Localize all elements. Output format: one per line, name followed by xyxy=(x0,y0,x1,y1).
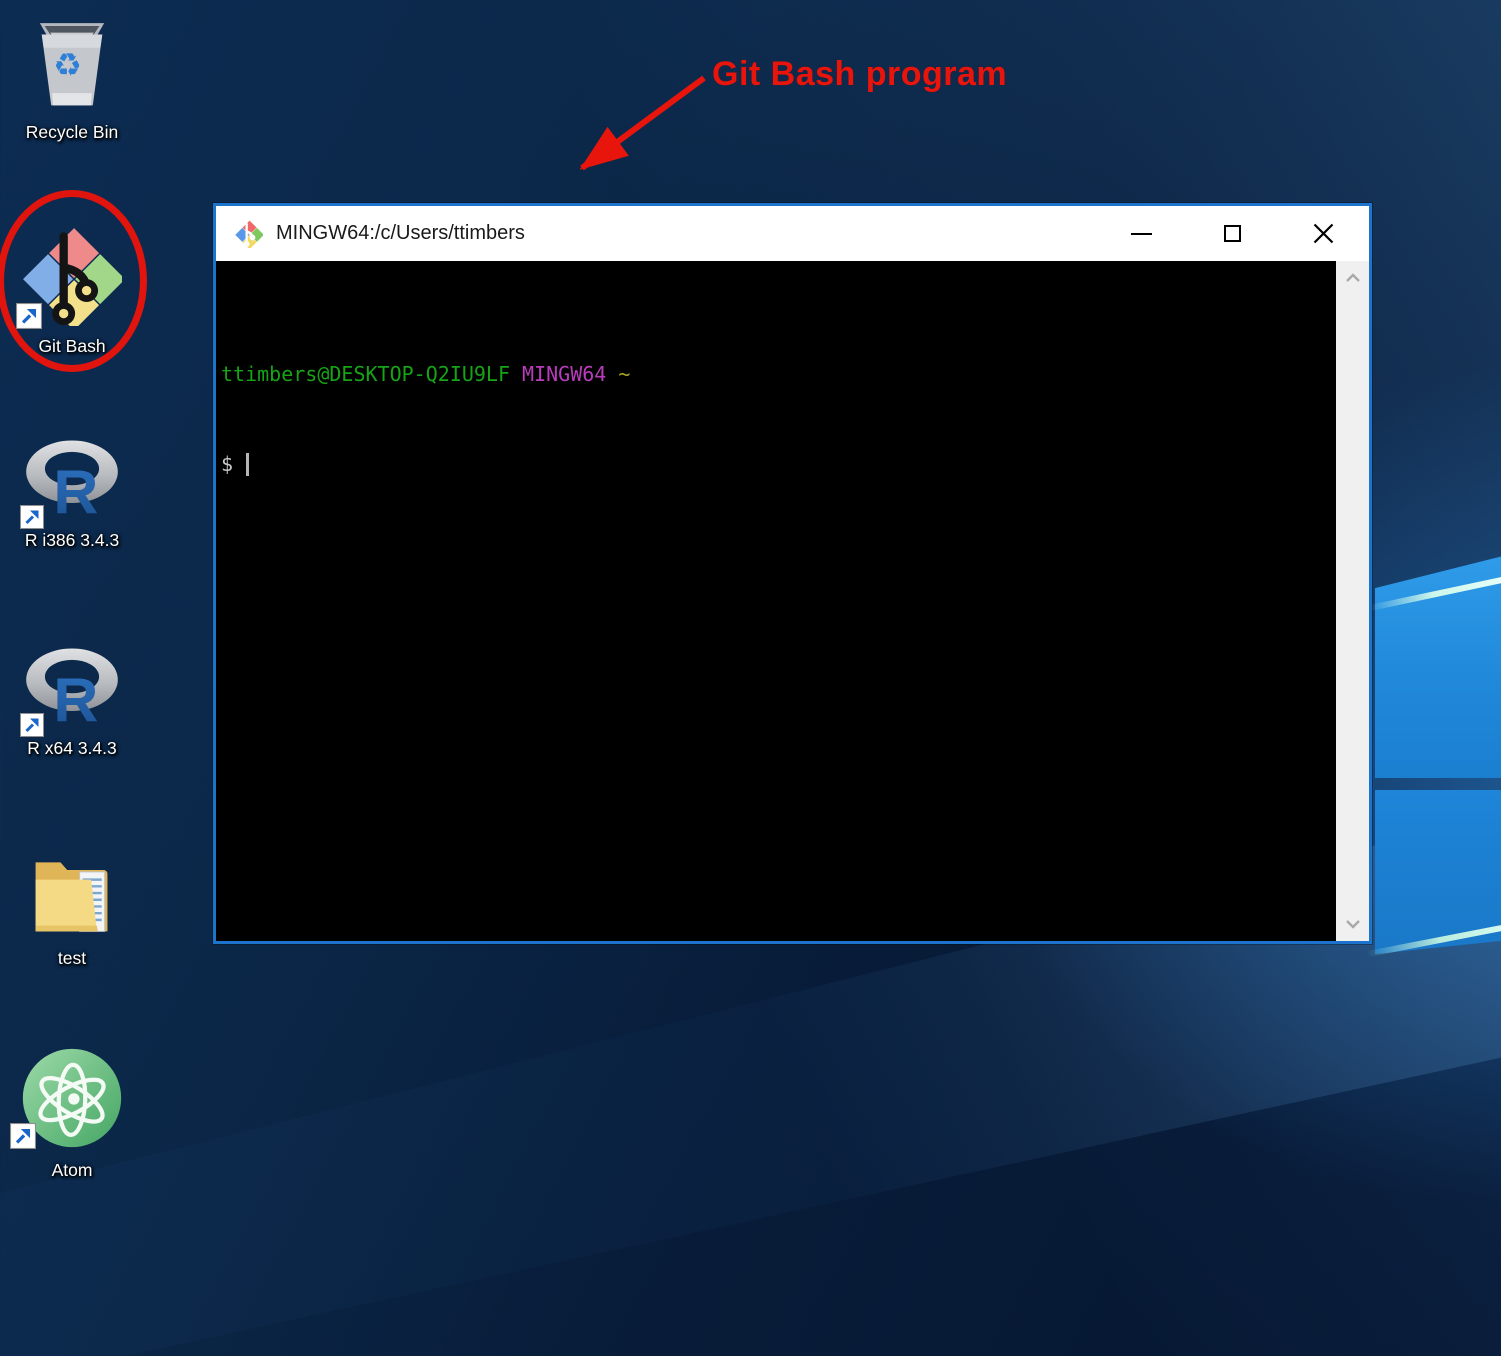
maximize-button[interactable] xyxy=(1187,206,1278,261)
icon-label: Git Bash xyxy=(38,337,105,356)
annotation-arrow-icon xyxy=(552,68,722,203)
svg-text:R: R xyxy=(53,665,98,728)
maximize-icon xyxy=(1224,225,1241,242)
annotation-text: Git Bash program xyxy=(712,55,1007,94)
desktop-icon-git-bash[interactable]: Git Bash xyxy=(2,226,142,356)
icon-label: R x64 3.4.3 xyxy=(27,739,117,758)
desktop-icon-r-i386[interactable]: R R i386 3.4.3 xyxy=(2,438,142,550)
terminal-output[interactable]: ttimbers@DESKTOP-Q2IU9LF MINGW64 ~ $ xyxy=(216,261,1336,941)
recycle-bin-icon: ♻ xyxy=(24,8,120,112)
terminal-input-line: $ xyxy=(221,449,1330,479)
window-title: MINGW64:/c/Users/ttimbers xyxy=(276,222,1096,245)
prompt-symbol: $ xyxy=(221,452,233,476)
svg-text:♻: ♻ xyxy=(53,46,82,84)
desktop-icon-atom[interactable]: Atom xyxy=(2,1046,142,1180)
wallpaper-windows-logo-pane-top xyxy=(1375,552,1501,778)
wallpaper-windows-logo-pane-bottom xyxy=(1375,790,1501,954)
svg-text:R: R xyxy=(53,457,98,520)
icon-label: Atom xyxy=(52,1161,93,1180)
shortcut-arrow-icon xyxy=(16,303,42,329)
terminal-cursor xyxy=(246,453,249,476)
icon-label: Recycle Bin xyxy=(26,123,118,142)
close-icon xyxy=(1312,222,1335,245)
terminal-scrollbar[interactable] xyxy=(1336,261,1369,941)
close-button[interactable] xyxy=(1278,206,1369,261)
prompt-user-host: ttimbers@DESKTOP-Q2IU9LF xyxy=(221,362,510,386)
shortcut-arrow-icon xyxy=(10,1123,36,1149)
shortcut-arrow-icon xyxy=(20,713,44,737)
window-titlebar[interactable]: MINGW64:/c/Users/ttimbers xyxy=(216,206,1369,261)
desktop-icon-r-x64[interactable]: R R x64 3.4.3 xyxy=(2,646,142,758)
wallpaper-light-streak-lower xyxy=(1367,923,1501,957)
mingw64-window-icon xyxy=(235,220,263,248)
scrollbar-up-arrow[interactable] xyxy=(1336,273,1369,283)
desktop-icon-test-folder[interactable]: test xyxy=(2,850,142,968)
wallpaper-light-streak-upper xyxy=(1369,575,1501,611)
minimize-button[interactable] xyxy=(1096,206,1187,261)
git-bash-window: MINGW64:/c/Users/ttimbers ttimbers@DESKT… xyxy=(213,203,1372,944)
desktop: { "desktop": { "icons": [ { "label": "Re… xyxy=(0,0,1501,1356)
prompt-path: ~ xyxy=(618,362,630,386)
prompt-env: MINGW64 xyxy=(522,362,606,386)
scrollbar-down-arrow[interactable] xyxy=(1336,919,1369,929)
icon-label: test xyxy=(58,949,86,968)
desktop-icon-recycle-bin[interactable]: ♻ Recycle Bin xyxy=(2,8,142,142)
terminal-prompt-line: ttimbers@DESKTOP-Q2IU9LF MINGW64 ~ xyxy=(221,359,1330,389)
folder-icon xyxy=(26,850,118,938)
shortcut-arrow-icon xyxy=(20,505,44,529)
icon-label: R i386 3.4.3 xyxy=(25,531,119,550)
minimize-icon xyxy=(1131,233,1152,235)
